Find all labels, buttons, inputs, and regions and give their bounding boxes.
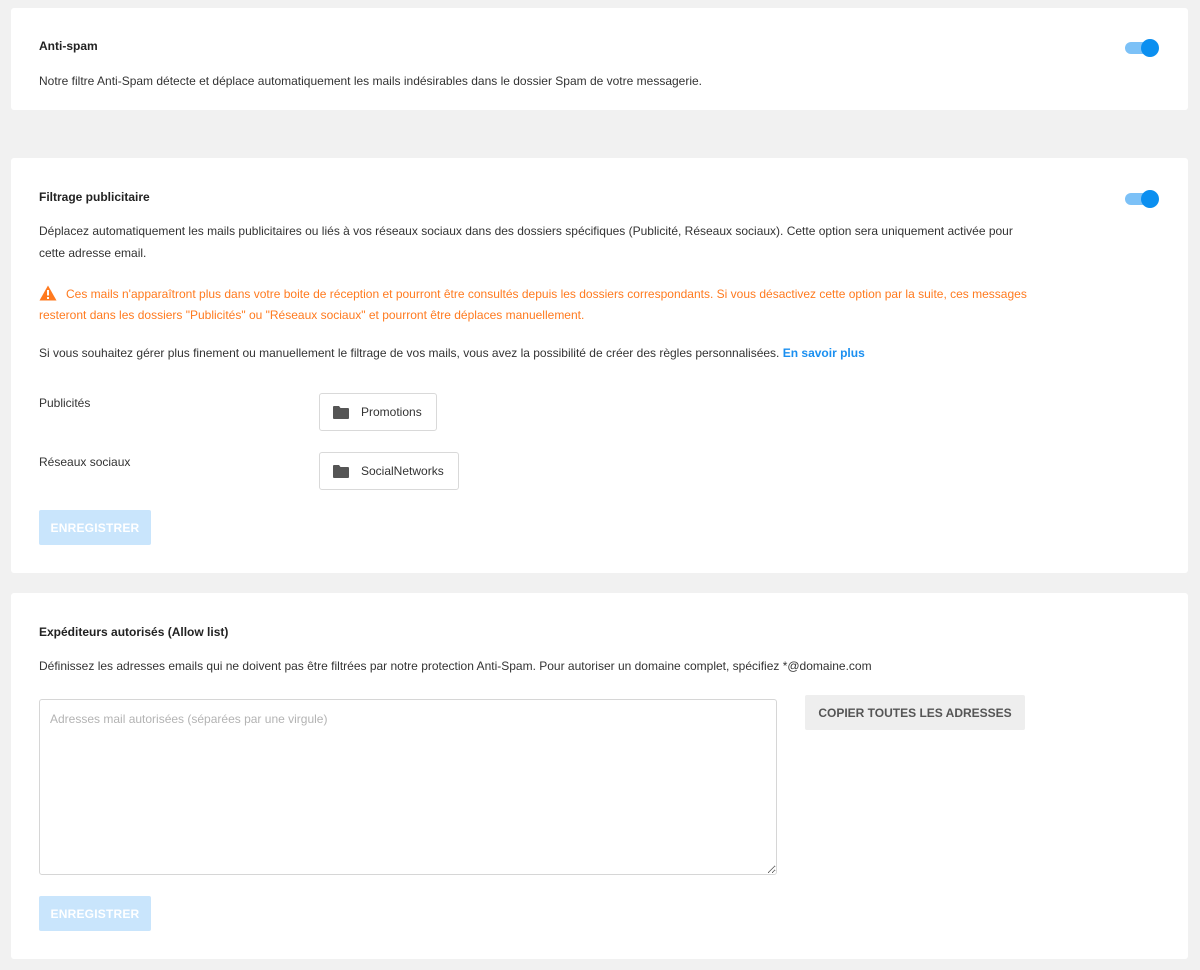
warning-line2: resteront dans les dossiers "Publicités"… (39, 308, 585, 322)
learn-more-link[interactable]: En savoir plus (783, 346, 865, 360)
allow-list-description: Définissez les adresses emails qui ne do… (39, 659, 872, 673)
social-folder-name: SocialNetworks (361, 464, 444, 478)
ad-filter-description-line1: Déplacez automatiquement les mails publi… (39, 224, 1013, 238)
ads-folder-name: Promotions (361, 405, 422, 419)
folder-icon (333, 405, 349, 419)
ad-filter-title: Filtrage publicitaire (39, 190, 150, 204)
allow-list-title: Expéditeurs autorisés (Allow list) (39, 625, 229, 639)
ad-filter-save-button[interactable]: ENREGISTRER (39, 510, 151, 545)
rules-text: Si vous souhaitez gérer plus finement ou… (39, 346, 780, 360)
rules-text-row: Si vous souhaitez gérer plus finement ou… (39, 342, 865, 364)
antispam-toggle[interactable] (1125, 38, 1161, 58)
social-folder-button[interactable]: SocialNetworks (319, 452, 459, 490)
folder-icon (333, 464, 349, 478)
antispam-title: Anti-spam (39, 39, 98, 53)
allow-list-card: Expéditeurs autorisés (Allow list) Défin… (11, 593, 1188, 959)
ads-folder-button[interactable]: Promotions (319, 393, 437, 431)
allow-list-save-button[interactable]: ENREGISTRER (39, 896, 151, 931)
antispam-description: Notre filtre Anti-Spam détecte et déplac… (39, 74, 703, 88)
ad-filter-toggle[interactable] (1125, 189, 1161, 209)
ads-folder-label: Publicités (39, 396, 91, 410)
social-folder-label: Réseaux sociaux (39, 455, 131, 469)
allowed-addresses-textarea[interactable] (39, 699, 777, 875)
ad-filter-card: Filtrage publicitaire Déplacez automatiq… (11, 158, 1188, 573)
ad-filter-description-line2: cette adresse email. (39, 246, 147, 260)
antispam-card: Anti-spam Notre filtre Anti-Spam détecte… (11, 8, 1188, 110)
warning-line1: Ces mails n'apparaîtront plus dans votre… (66, 287, 1027, 301)
toggle-knob (1141, 190, 1159, 208)
copy-all-addresses-button[interactable]: COPIER TOUTES LES ADRESSES (805, 695, 1025, 730)
warning-triangle-icon (39, 285, 57, 301)
toggle-knob (1141, 39, 1159, 57)
ad-filter-warning: Ces mails n'apparaîtront plus dans votre… (39, 283, 1159, 305)
